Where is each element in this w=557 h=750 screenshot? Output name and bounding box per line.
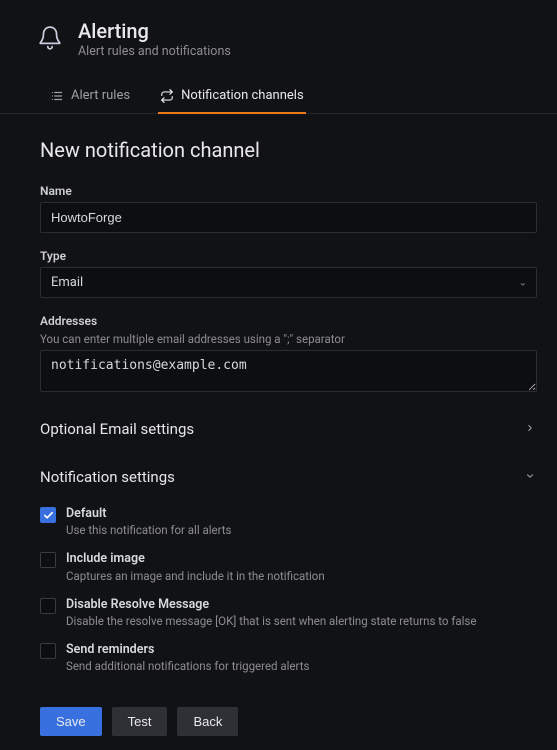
chevron-down-icon xyxy=(525,470,535,484)
checkbox-send-reminders[interactable] xyxy=(40,643,56,659)
repeat-icon xyxy=(160,89,174,103)
tabs-bar: Alert rules Notification channels xyxy=(0,79,557,114)
page-title: Alerting xyxy=(78,20,231,42)
type-label: Type xyxy=(40,249,537,263)
addresses-label: Addresses xyxy=(40,314,537,328)
checkbox-disable-resolve-desc: Disable the resolve message [OK] that is… xyxy=(66,614,476,628)
section-optional-email[interactable]: Optional Email settings xyxy=(40,414,537,444)
checkbox-include-image[interactable] xyxy=(40,552,56,568)
section-notification-settings[interactable]: Notification settings xyxy=(40,462,537,492)
tab-notification-channels[interactable]: Notification channels xyxy=(158,80,306,114)
test-button[interactable]: Test xyxy=(112,707,168,736)
bell-icon xyxy=(36,24,64,52)
chevron-right-icon xyxy=(525,422,535,436)
checkbox-disable-resolve-label: Disable Resolve Message xyxy=(66,597,476,613)
addresses-help: You can enter multiple email addresses u… xyxy=(40,332,537,346)
save-button[interactable]: Save xyxy=(40,707,102,736)
checkbox-disable-resolve[interactable] xyxy=(40,598,56,614)
checkbox-default-desc: Use this notification for all alerts xyxy=(66,523,232,537)
checkbox-send-reminders-desc: Send additional notifications for trigge… xyxy=(66,659,309,673)
content-area: New notification channel Name Type Email… xyxy=(0,114,557,736)
checkbox-default[interactable] xyxy=(40,507,56,523)
type-select[interactable]: Email xyxy=(40,267,537,298)
section-optional-email-title: Optional Email settings xyxy=(40,420,194,438)
section-notification-settings-title: Notification settings xyxy=(40,468,175,486)
checkbox-default-label: Default xyxy=(66,506,232,522)
name-label: Name xyxy=(40,184,537,198)
content-heading: New notification channel xyxy=(40,138,537,162)
tab-notification-channels-label: Notification channels xyxy=(181,88,304,103)
page-subtitle: Alert rules and notifications xyxy=(78,44,231,59)
list-icon xyxy=(50,89,64,103)
checkbox-include-image-desc: Captures an image and include it in the … xyxy=(66,569,325,583)
checkbox-include-image-label: Include image xyxy=(66,551,325,567)
tab-alert-rules[interactable]: Alert rules xyxy=(48,80,132,114)
name-input[interactable] xyxy=(40,202,537,233)
checkbox-send-reminders-label: Send reminders xyxy=(66,642,309,658)
addresses-input[interactable] xyxy=(40,350,537,392)
page-header: Alerting Alert rules and notifications xyxy=(0,0,557,73)
tab-alert-rules-label: Alert rules xyxy=(71,88,130,103)
back-button[interactable]: Back xyxy=(177,707,238,736)
